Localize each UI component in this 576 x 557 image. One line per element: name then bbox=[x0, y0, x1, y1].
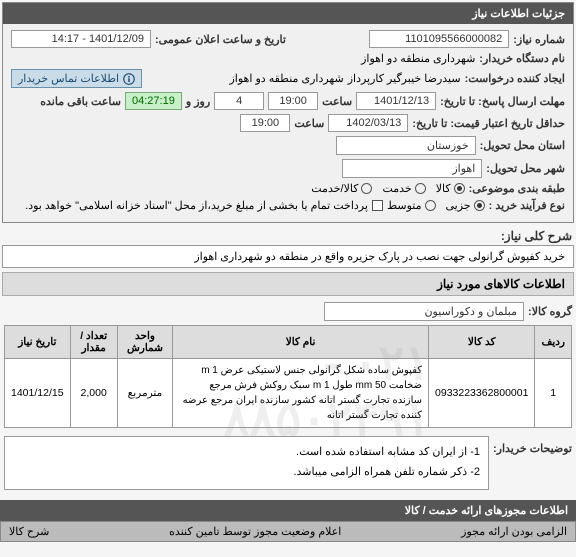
proc-partial-label: جزیی bbox=[446, 199, 471, 212]
cell-code: 0933223362800001 bbox=[429, 359, 535, 428]
proc-partial-radio[interactable]: جزیی bbox=[446, 199, 485, 212]
cat-service-radio[interactable]: خدمت bbox=[382, 182, 425, 195]
countdown-timer: 04:27:19 bbox=[125, 92, 182, 110]
min-valid-time: 19:00 bbox=[240, 114, 290, 132]
pub-date-label: تاریخ و ساعت اعلان عمومی: bbox=[155, 33, 286, 46]
province-value: خوزستان bbox=[336, 136, 476, 155]
days-value: 4 bbox=[214, 92, 264, 110]
city-label: شهر محل تحویل: bbox=[486, 162, 565, 175]
time-label-2: ساعت bbox=[294, 117, 324, 130]
radio-icon bbox=[454, 183, 465, 194]
cell-qty: 2,000 bbox=[70, 359, 117, 428]
footer-sub-3: شرح کالا bbox=[9, 525, 49, 538]
city-value: اهواز bbox=[342, 159, 482, 178]
time-label-1: ساعت bbox=[322, 95, 352, 108]
cell-unit: مترمربع bbox=[117, 359, 172, 428]
cat-goods-label: کالا bbox=[436, 182, 451, 195]
col-qty: تعداد / مقدار bbox=[70, 326, 117, 359]
category-radio-group: کالا خدمت کالا/خدمت bbox=[311, 182, 464, 195]
creator-org: شهرداری منطقه دو اهواز bbox=[229, 72, 343, 85]
footer-tabs: اطلاعات مجوزهای ارائه خدمت / کالا bbox=[0, 500, 576, 521]
resp-deadline-label: مهلت ارسال پاسخ: تا تاریخ: bbox=[440, 95, 565, 108]
cat-service-label: خدمت bbox=[382, 182, 411, 195]
min-valid-label: حداقل تاریخ اعتبار قیمت: تا تاریخ: bbox=[412, 117, 565, 130]
note-line-2: 2- ذکر شماره تلفن همراه الزامی میباشد. bbox=[13, 463, 480, 483]
table-header-row: ردیف کد کالا نام کالا واحد شمارش تعداد /… bbox=[5, 326, 572, 359]
cell-name: کفپوش ساده شکل گرانولی جنس لاستیکی عرض m… bbox=[173, 359, 429, 428]
table-row[interactable]: 1 0933223362800001 کفپوش ساده شکل گرانول… bbox=[5, 359, 572, 428]
buyer-notes: 1- از ایران کد مشابه استفاده شده است. 2-… bbox=[4, 436, 489, 490]
items-section-header: اطلاعات کالاهای مورد نیاز bbox=[2, 272, 574, 296]
payment-note: پرداخت تمام یا بخشی از مبلغ خرید،از محل … bbox=[25, 199, 368, 212]
radio-icon bbox=[361, 183, 372, 194]
radio-icon bbox=[425, 200, 436, 211]
cat-both-radio[interactable]: کالا/خدمت bbox=[311, 182, 372, 195]
buyer-org-value: شهرداری منطقه دو اهواز bbox=[361, 52, 475, 65]
resp-deadline-time: 19:00 bbox=[268, 92, 318, 110]
items-table: ردیف کد کالا نام کالا واحد شمارش تعداد /… bbox=[4, 325, 572, 428]
group-label: گروه کالا: bbox=[528, 305, 572, 318]
process-label: نوع فرآیند خرید : bbox=[489, 199, 565, 212]
panel-title: جزئیات اطلاعات نیاز bbox=[3, 3, 573, 24]
group-value: مبلمان و دکوراسیون bbox=[324, 302, 524, 321]
col-date: تاریخ نیاز bbox=[5, 326, 71, 359]
col-unit: واحد شمارش bbox=[117, 326, 172, 359]
footer-sub: الزامی بودن ارائه مجوز اعلام وضعیت مجوز … bbox=[0, 521, 576, 542]
creator-name: سیدرضا خیبرگیر کارپرداز bbox=[348, 72, 461, 85]
cat-both-label: کالا/خدمت bbox=[311, 182, 358, 195]
col-code: کد کالا bbox=[429, 326, 535, 359]
col-name: نام کالا bbox=[173, 326, 429, 359]
creator-label: ایجاد کننده درخواست: bbox=[465, 72, 565, 85]
cell-date: 1401/12/15 bbox=[5, 359, 71, 428]
category-label: طبقه بندی موضوعی: bbox=[469, 182, 565, 195]
min-valid-date: 1402/03/13 bbox=[328, 114, 408, 132]
radio-icon bbox=[474, 200, 485, 211]
footer-sub-2: اعلام وضعیت مجوز توسط تامین کننده bbox=[169, 525, 341, 538]
resp-deadline-date: 1401/12/13 bbox=[356, 92, 436, 110]
buyer-org-label: نام دستگاه خریدار: bbox=[479, 52, 565, 65]
proc-medium-radio[interactable]: متوسط bbox=[387, 199, 436, 212]
payment-checkbox[interactable] bbox=[372, 200, 383, 211]
radio-icon bbox=[415, 183, 426, 194]
contact-buyer-link[interactable]: اطلاعات تماس خریدار bbox=[11, 69, 142, 88]
desc-title-label: شرح کلی نیاز: bbox=[501, 229, 572, 243]
remaining-label: ساعت باقی مانده bbox=[40, 95, 121, 108]
proc-medium-label: متوسط bbox=[387, 199, 422, 212]
desc-title-value: خرید کفپوش گرانولی جهت نصب در پارک جزیره… bbox=[2, 245, 574, 268]
info-icon bbox=[123, 73, 135, 85]
footer-tab-1[interactable]: اطلاعات مجوزهای ارائه خدمت / کالا bbox=[405, 504, 568, 517]
province-label: استان محل تحویل: bbox=[480, 139, 565, 152]
pub-date-value: 1401/12/09 - 14:17 bbox=[11, 30, 151, 48]
req-no-value: 1101095566000082 bbox=[369, 30, 509, 48]
note-line-1: 1- از ایران کد مشابه استفاده شده است. bbox=[13, 443, 480, 463]
main-panel: جزئیات اطلاعات نیاز شماره نیاز: 11010955… bbox=[2, 2, 574, 223]
contact-link-text: اطلاعات تماس خریدار bbox=[18, 72, 119, 85]
cell-row: 1 bbox=[535, 359, 572, 428]
col-row: ردیف bbox=[535, 326, 572, 359]
footer-sub-1: الزامی بودن ارائه مجوز bbox=[461, 525, 567, 538]
panel-body: شماره نیاز: 1101095566000082 تاریخ و ساع… bbox=[3, 24, 573, 222]
process-radio-group: جزیی متوسط bbox=[387, 199, 485, 212]
req-no-label: شماره نیاز: bbox=[513, 33, 565, 46]
days-label: روز و bbox=[186, 95, 210, 108]
notes-label: توضیحات خریدار: bbox=[493, 436, 572, 455]
cat-goods-radio[interactable]: کالا bbox=[436, 182, 465, 195]
